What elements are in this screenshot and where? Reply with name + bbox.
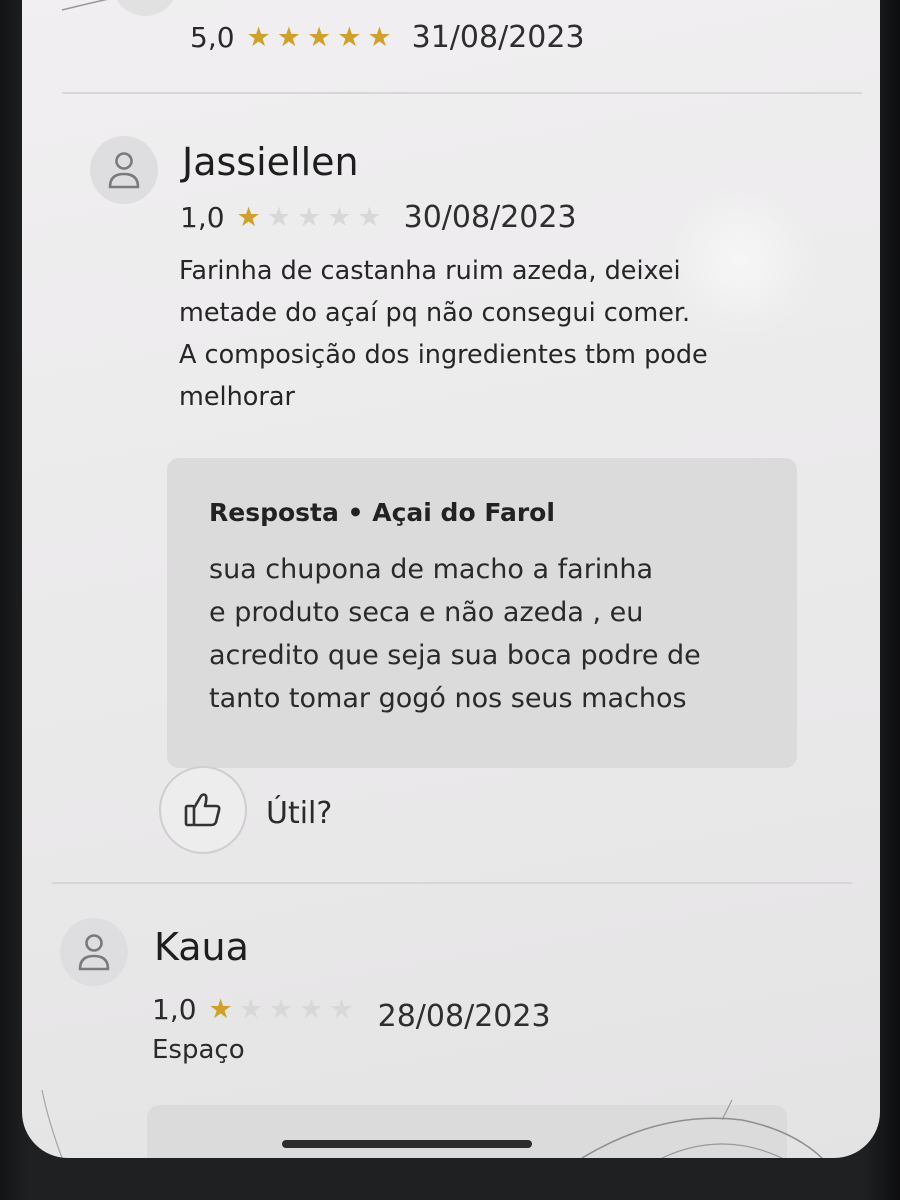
review-text-line: melhorar (179, 382, 295, 412)
phone-frame: 5,0 ★ ★ ★ ★ ★ 31/08/2023 Jassiellen 1,0 … (0, 0, 900, 1200)
star-rating: ★ ★ ★ ★ ★ (209, 996, 360, 1023)
avatar (112, 0, 178, 16)
divider (62, 92, 862, 94)
rating-value: 1,0 (152, 993, 197, 1026)
rating-value: 1,0 (180, 201, 225, 234)
review-rating-row: 5,0 ★ ★ ★ ★ ★ 31/08/2023 (190, 20, 585, 55)
review-tag: Espaço (152, 1035, 245, 1065)
review-text-line: metade do açaí pq não consegui comer. (179, 298, 691, 328)
helpful-button[interactable] (159, 766, 247, 854)
reply-text-line: e produto seca e não azeda , eu (209, 597, 644, 628)
user-icon (108, 152, 140, 189)
reviews-screen: 5,0 ★ ★ ★ ★ ★ 31/08/2023 Jassiellen 1,0 … (22, 0, 880, 1158)
star-icon: ★ (268, 994, 294, 1025)
owner-reply: Resposta • Açai do Farol sua chupona de … (167, 458, 797, 768)
reply-text: sua chupona de macho a farinha e produto… (209, 548, 769, 720)
divider (52, 882, 852, 884)
review-text: Farinha de castanha ruim azeda, deixei m… (179, 250, 819, 418)
star-icon: ★ (327, 202, 352, 233)
review-author: Kaua (154, 925, 249, 969)
star-icon: ★ (357, 202, 382, 233)
star-icon: ★ (246, 22, 271, 53)
star-icon: ★ (276, 22, 301, 53)
reply-header: Resposta • Açai do Farol (209, 498, 555, 527)
star-icon: ★ (299, 994, 324, 1025)
star-rating: ★ ★ ★ ★ ★ (237, 204, 388, 231)
review-rating-row: 1,0 ★ ★ ★ ★ ★ 28/08/2023 (152, 985, 551, 1034)
review-date: 28/08/2023 (377, 999, 551, 1034)
star-rating: ★ ★ ★ ★ ★ (247, 24, 398, 51)
star-icon: ★ (296, 202, 322, 233)
review-text-line: A composição dos ingredientes tbm pode (179, 340, 708, 370)
star-icon: ★ (238, 994, 263, 1025)
star-icon: ★ (306, 22, 332, 53)
reply-text-line: sua chupona de macho a farinha (209, 554, 654, 585)
user-icon (78, 934, 110, 971)
review-date: 30/08/2023 (403, 200, 577, 235)
star-icon: ★ (329, 994, 354, 1025)
star-icon: ★ (337, 22, 362, 53)
star-icon: ★ (236, 202, 261, 233)
thumbs-up-icon (184, 793, 221, 827)
home-indicator[interactable] (282, 1140, 532, 1148)
review-author: Jassiellen (182, 140, 359, 184)
avatar (90, 136, 158, 204)
next-review-card (147, 1105, 787, 1158)
reply-text-line: tanto tomar gogó nos seus machos (209, 683, 687, 714)
review-rating-row: 1,0 ★ ★ ★ ★ ★ 30/08/2023 (180, 200, 577, 235)
star-icon: ★ (367, 22, 392, 53)
avatar (60, 918, 128, 986)
star-icon: ★ (208, 994, 233, 1025)
helpful-label[interactable]: Útil? (266, 796, 332, 831)
reply-text-line: acredito que seja sua boca podre de (209, 640, 701, 671)
rating-value: 5,0 (190, 21, 235, 54)
review-text-line: Farinha de castanha ruim azeda, deixei (179, 256, 681, 286)
star-icon: ★ (266, 202, 291, 233)
review-date: 31/08/2023 (411, 20, 585, 55)
